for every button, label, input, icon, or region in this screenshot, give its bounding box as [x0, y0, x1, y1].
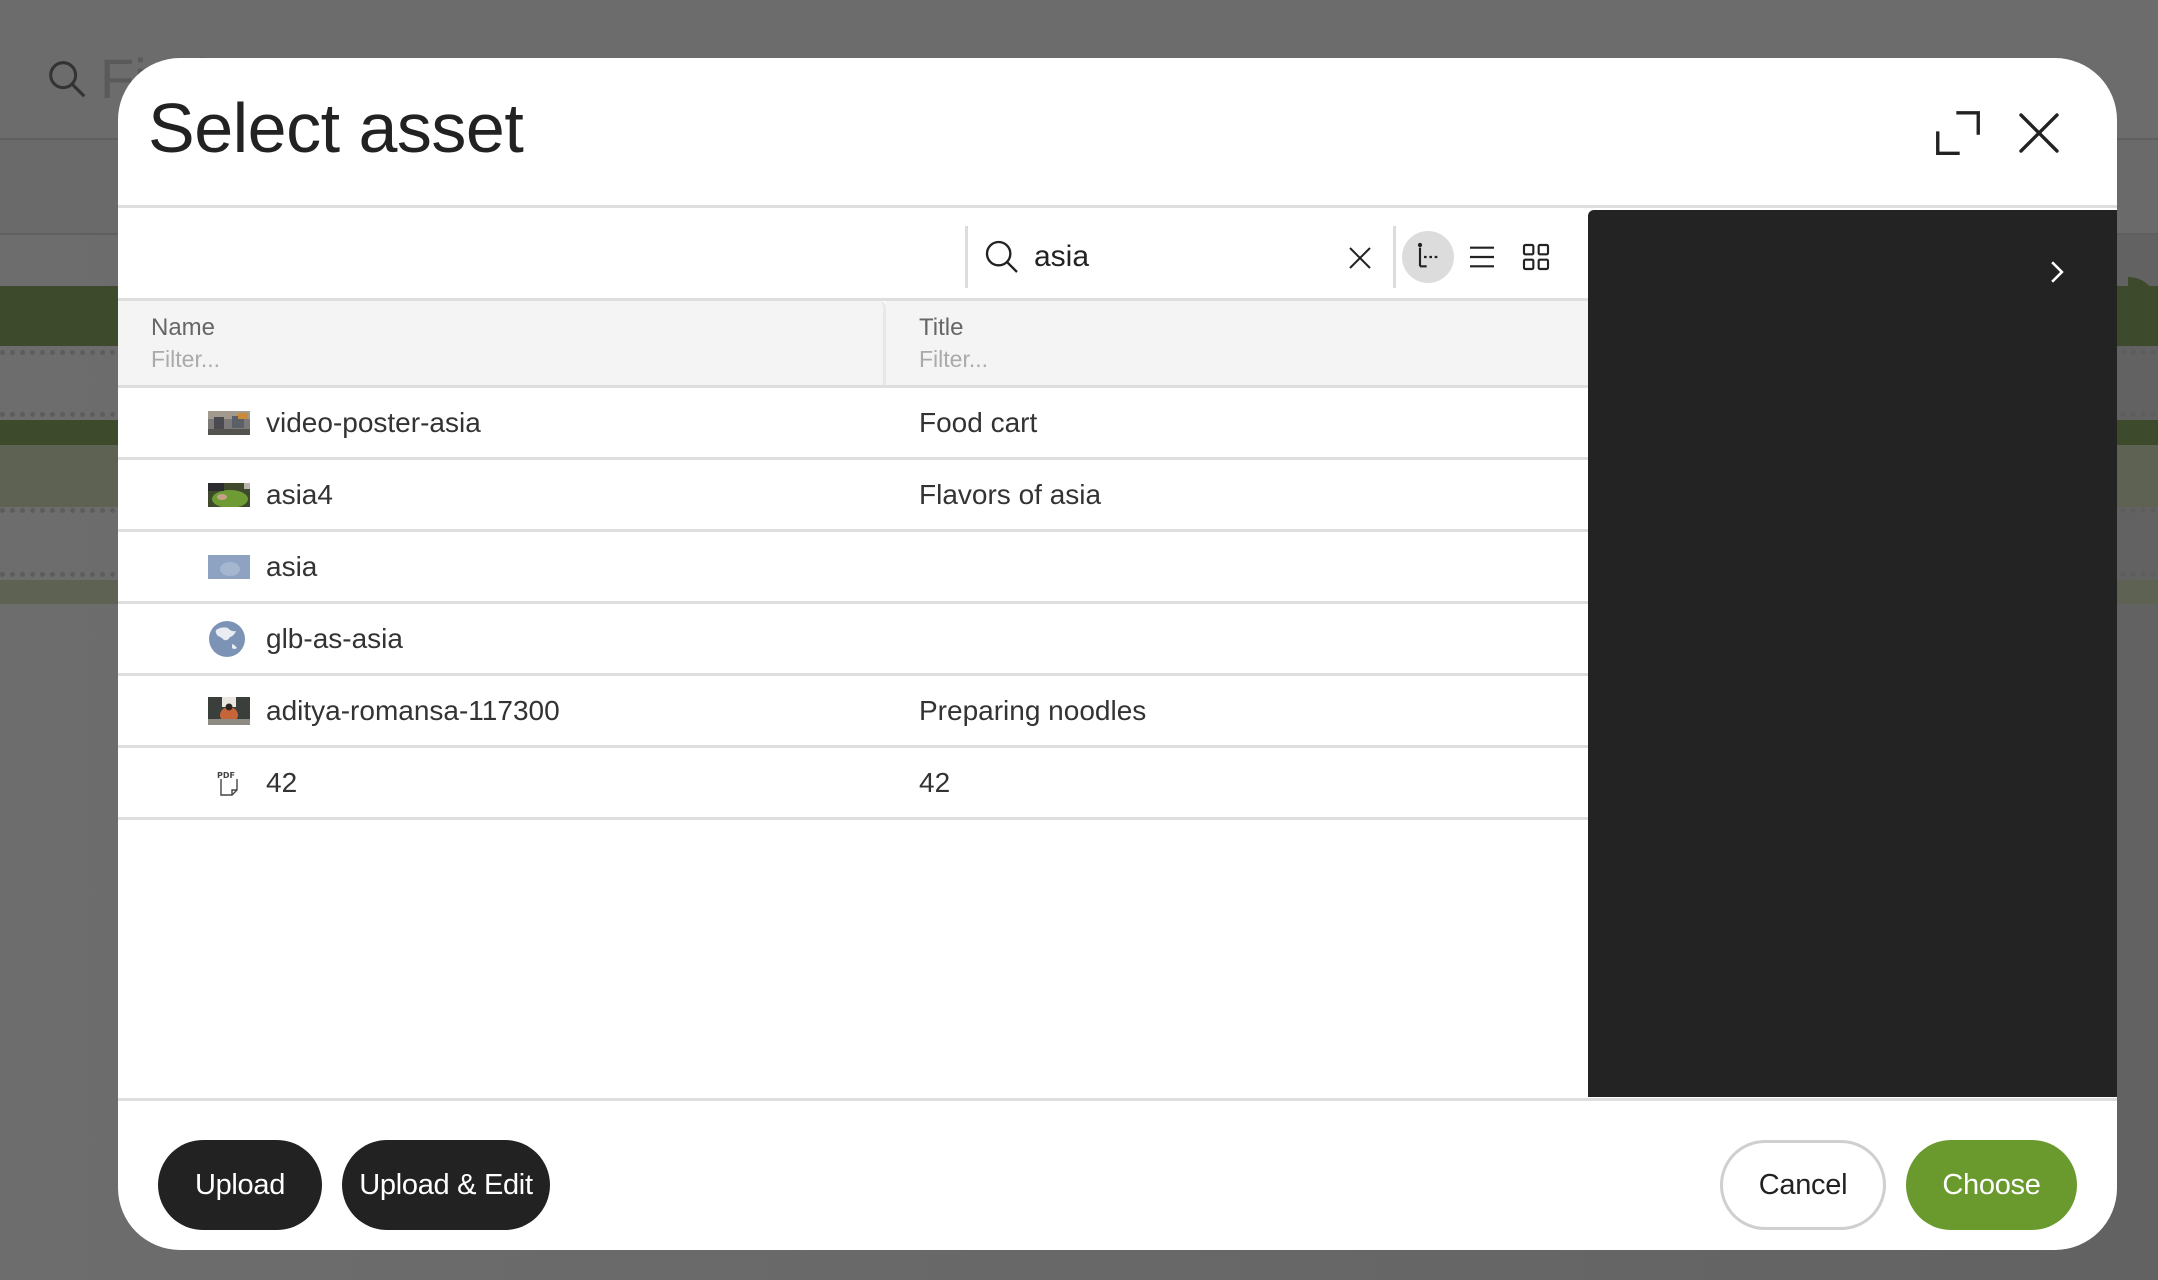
pdf-icon-wrapper: PDF [208, 769, 250, 797]
name-cell: PDF 42 [118, 767, 886, 799]
asset-title: Preparing noodles [919, 694, 1147, 726]
name-cell: aditya-romansa-117300 [118, 695, 886, 727]
dialog-footer: Upload Upload & Edit Cancel Choose [118, 1098, 2117, 1250]
preview-panel [1588, 210, 2117, 1097]
list-view-button[interactable] [1456, 231, 1508, 283]
cancel-button[interactable]: Cancel [1720, 1140, 1886, 1230]
upload-button[interactable]: Upload [158, 1140, 322, 1230]
table-row[interactable]: asia4 Flavors of asia [118, 460, 1588, 532]
name-cell: asia [118, 551, 886, 583]
grid-view-button[interactable] [1510, 231, 1562, 283]
column-label-name: Name [151, 314, 216, 341]
name-cell: glb-as-asia [118, 620, 886, 658]
select-asset-dialog: Select asset asia Name Filter... Title F… [118, 58, 2117, 1250]
asset-title: Flavors of asia [919, 478, 1102, 510]
svg-text:PDF: PDF [217, 771, 235, 780]
toolbar [118, 208, 1588, 298]
name-cell: asia4 [118, 479, 886, 511]
asset-name: aditya-romansa-117300 [266, 694, 560, 726]
close-button[interactable] [2009, 103, 2069, 163]
list-view-icon [1470, 246, 1494, 268]
grid-view-icon [1522, 243, 1550, 271]
upload-and-edit-button[interactable]: Upload & Edit [342, 1140, 550, 1230]
asset-name: asia [266, 550, 318, 582]
search-icon [985, 240, 1018, 273]
table-header: Name Title [118, 298, 1588, 388]
search-input[interactable] [1034, 232, 1334, 282]
search-box [965, 226, 1393, 288]
name-filter-input[interactable] [151, 343, 810, 375]
tree-view-button[interactable] [1402, 231, 1454, 283]
table-row[interactable]: glb-as-asia [118, 604, 1588, 676]
image-thumbnail-icon [208, 410, 250, 435]
maximize-button[interactable] [1928, 103, 1988, 163]
search-icon [49, 60, 86, 97]
clear-icon [1349, 247, 1371, 269]
asset-name: video-poster-asia [266, 406, 481, 438]
title-filter-input[interactable] [919, 343, 1522, 375]
clear-search-button[interactable] [1340, 238, 1380, 278]
image-thumbnail-icon [208, 696, 250, 725]
table-row[interactable]: aditya-romansa-117300 Preparing noodles [118, 676, 1588, 748]
close-icon [2019, 113, 2059, 153]
asset-title: Food cart [919, 406, 1038, 438]
maximize-icon [1936, 111, 1980, 155]
chevron-right-icon [2051, 261, 2064, 283]
table-row[interactable]: asia [118, 532, 1588, 604]
preview-toggle-button[interactable] [2037, 252, 2077, 292]
dialog-title: Select asset [148, 89, 524, 167]
column-header-name: Name [118, 301, 886, 385]
column-header-title: Title [886, 301, 1588, 385]
column-label-title: Title [919, 314, 964, 341]
pdf-icon: PDF [217, 771, 238, 796]
view-mode-toggle [1393, 226, 1562, 288]
asset-name: 42 [266, 766, 298, 798]
asset-title: 42 [919, 766, 951, 798]
table-row[interactable]: video-poster-asia Food cart [118, 388, 1588, 460]
dialog-header: Select asset [118, 58, 2117, 208]
globe-thumbnail-icon [209, 620, 245, 657]
asset-table: Name Title video-poster-asia Food cart [118, 298, 1588, 820]
asset-name: asia4 [266, 478, 333, 510]
choose-button[interactable]: Choose [1906, 1140, 2077, 1230]
name-cell: video-poster-asia [118, 407, 886, 439]
asset-name: glb-as-asia [266, 622, 403, 654]
image-thumbnail-icon [208, 482, 250, 507]
image-thumbnail-icon [208, 554, 250, 579]
tree-view-icon [1417, 242, 1440, 268]
table-row[interactable]: PDF 42 42 [118, 748, 1588, 820]
